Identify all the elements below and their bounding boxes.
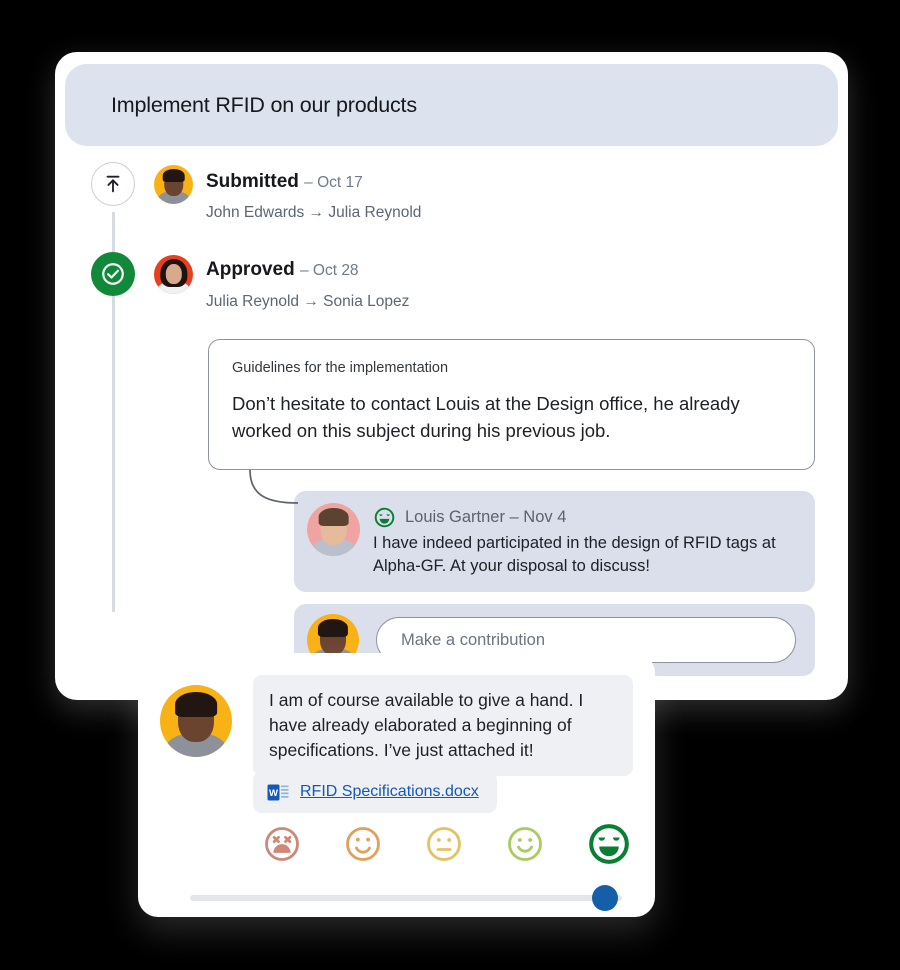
satisfaction-slider[interactable] (190, 885, 622, 911)
reply-connector (246, 469, 306, 512)
slider-track[interactable] (190, 895, 622, 901)
reply-meta: Louis Gartner – Nov 4 (373, 506, 566, 529)
timeline-flow-approved: Julia Reynold → Sonia Lopez (206, 293, 410, 310)
note-label: Guidelines for the implementation (232, 360, 449, 376)
timeline-status-approved: Approved – Oct 28 (206, 259, 359, 281)
page-title: Implement RFID on our products (111, 92, 417, 117)
rating-neutral[interactable] (424, 824, 464, 864)
status-label: Submitted (206, 171, 299, 192)
rating-bad[interactable] (343, 824, 383, 864)
avatar-louis-gartner (307, 503, 360, 556)
attachment-chip[interactable]: W RFID Specifications.docx (253, 771, 497, 813)
timeline-flow-submitted: John Edwards → Julia Reynold (206, 204, 422, 221)
rating-very-bad[interactable] (262, 824, 302, 864)
status-date: – Oct 17 (304, 174, 363, 191)
svg-text:W: W (269, 788, 278, 799)
word-document-icon: W (267, 784, 289, 801)
status-label: Approved (206, 259, 295, 280)
timeline-status-submitted: Submitted – Oct 17 (206, 171, 363, 193)
reply-author: Louis Gartner – Nov 4 (405, 508, 567, 526)
note-body: Don’t hesitate to contact Louis at the D… (232, 393, 740, 441)
avatar-john-edwards (154, 165, 193, 204)
slider-thumb[interactable] (591, 885, 618, 911)
attachment-filename[interactable]: RFID Specifications.docx (300, 783, 479, 801)
guidelines-note-card: Guidelines for the implementation Don’t … (208, 339, 815, 470)
contribution-overlay-card: I am of course available to give a hand.… (138, 653, 655, 917)
status-date: – Oct 28 (299, 262, 359, 279)
check-circle-icon (91, 252, 135, 296)
rating-very-good[interactable] (586, 821, 632, 867)
avatar-overlay-user (160, 685, 232, 757)
request-detail-card: Implement RFID on our products Submitted… (55, 52, 848, 700)
request-header-bar: Implement RFID on our products (65, 64, 838, 146)
reply-bubble-louis-gartner: Louis Gartner – Nov 4 I have indeed part… (294, 491, 815, 592)
satisfaction-rating-row (262, 821, 632, 867)
smiley-very-happy-icon (373, 506, 396, 529)
overlay-message-text: I am of course available to give a hand.… (253, 675, 633, 777)
upload-icon (91, 162, 135, 206)
screenshot-stage: Implement RFID on our products Submitted… (0, 0, 900, 970)
rating-good[interactable] (505, 824, 545, 864)
avatar-julia-reynold (154, 255, 193, 294)
reply-text: I have indeed participated in the design… (373, 534, 776, 576)
